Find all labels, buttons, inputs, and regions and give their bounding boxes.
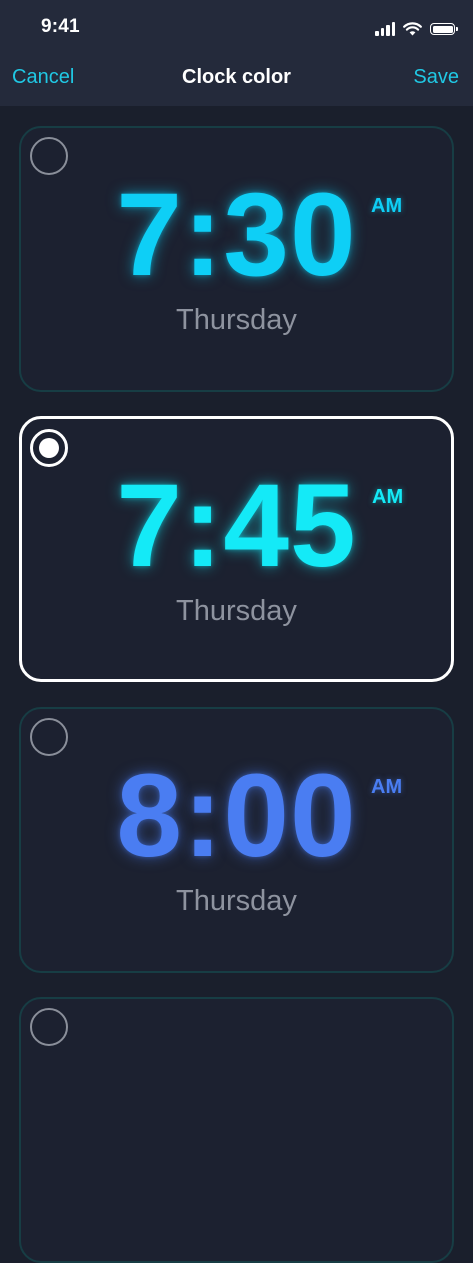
radio-button[interactable] [30, 137, 68, 175]
wifi-icon [403, 22, 422, 36]
radio-button[interactable] [30, 718, 68, 756]
cellular-signal-icon [375, 22, 395, 36]
radio-selected-dot [39, 438, 59, 458]
clock-time: 7:45 [116, 460, 357, 592]
status-bar-time: 9:41 [41, 16, 80, 37]
clock-time: 7:30 [116, 169, 357, 301]
radio-button[interactable] [30, 1008, 68, 1046]
clock-ampm: AM [371, 776, 403, 798]
clock-color-option[interactable]: 8:00 AM Thursday [19, 707, 454, 973]
status-bar-icons [375, 20, 458, 38]
cancel-button[interactable]: Cancel [12, 66, 74, 89]
clock-color-option-partial[interactable] [19, 997, 454, 1263]
clock-day: Thursday [176, 885, 297, 917]
clock-time: 8:00 [116, 750, 357, 882]
battery-icon [430, 23, 458, 35]
clock-ampm: AM [371, 195, 403, 217]
top-bar: 9:41 Cancel Clock color Save [0, 0, 473, 106]
clock-day: Thursday [176, 304, 297, 336]
clock-ampm: AM [372, 486, 404, 508]
clock-color-option-selected[interactable]: 7:45 AM Thursday [19, 416, 454, 682]
radio-button-selected[interactable] [30, 429, 68, 467]
clock-color-option[interactable]: 7:30 AM Thursday [19, 126, 454, 392]
clock-day: Thursday [176, 595, 297, 627]
save-button[interactable]: Save [413, 66, 459, 89]
